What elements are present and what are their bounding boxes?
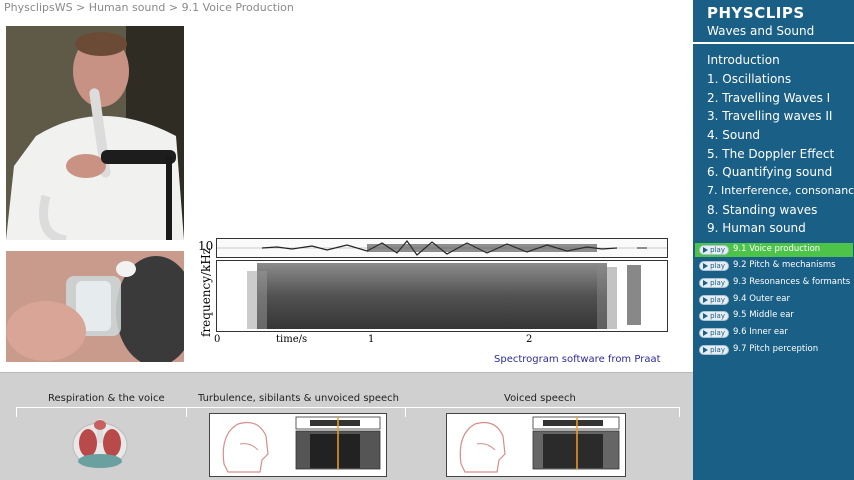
subchapter-label: 9.2 Pitch & mechanisms — [733, 260, 836, 270]
breadcrumb-section[interactable]: Human sound — [89, 1, 166, 14]
spectrogram-panel: 1 0 frequency/kHz 0 time/s 1 2 Spectrogra… — [196, 230, 668, 372]
play-icon[interactable]: play — [699, 311, 729, 321]
breadcrumb: PhysclipsWS > Human sound > 9.1 Voice Pr… — [4, 1, 294, 14]
subchapter-label: 9.4 Outer ear — [733, 294, 790, 304]
play-icon[interactable]: play — [699, 261, 729, 271]
spectrogram-plot — [247, 263, 641, 329]
voiced-thumbnail[interactable] — [446, 413, 626, 477]
breadcrumb-separator: > — [168, 1, 179, 14]
subchapter-pitch-perception[interactable]: play 9.7 Pitch perception — [695, 343, 853, 357]
y-axis-label-text: frequency/kHz — [199, 247, 213, 337]
x-tick-1: 1 — [368, 334, 375, 345]
subchapter-label: 9.6 Inner ear — [733, 327, 788, 337]
chapter-introduction[interactable]: Introduction — [707, 53, 780, 67]
section-strip: Respiration & the voice Turbulence, sibi… — [0, 372, 693, 480]
subchapter-resonances-formants[interactable]: play 9.3 Resonances & formants — [695, 276, 853, 290]
chapter-doppler[interactable]: 5. The Doppler Effect — [707, 147, 834, 161]
breadcrumb-home[interactable]: PhysclipsWS — [4, 1, 73, 14]
main-content: PhysclipsWS > Human sound > 9.1 Voice Pr… — [0, 0, 693, 372]
breadcrumb-current: 9.1 Voice Production — [181, 1, 294, 14]
play-icon[interactable]: play — [699, 278, 729, 288]
subchapter-label: 9.5 Middle ear — [733, 310, 794, 320]
x-tick-0: 0 — [214, 334, 221, 345]
chapter-interference[interactable]: 7. Interference, consonance — [707, 184, 854, 197]
section-label-turbulence: Turbulence, sibilants & unvoiced speech — [198, 393, 400, 404]
player-video-image — [6, 26, 184, 240]
video-frame-closeup[interactable] — [6, 251, 184, 362]
brand-subtitle: Waves and Sound — [707, 24, 815, 38]
subchapter-label: 9.3 Resonances & formants — [733, 277, 851, 287]
subchapter-outer-ear[interactable]: play 9.4 Outer ear — [695, 293, 853, 307]
section-label-voiced: Voiced speech — [504, 393, 576, 404]
app-root: PhysclipsWS > Human sound > 9.1 Voice Pr… — [0, 0, 854, 480]
y-axis-label: frequency/kHz — [194, 248, 214, 337]
play-icon[interactable]: play — [699, 245, 729, 255]
turbulence-spectrogram-icon — [222, 416, 381, 473]
video-frame-player[interactable] — [6, 26, 184, 240]
section-label-respiration: Respiration & the voice — [48, 393, 165, 404]
subchapter-label: 9.7 Pitch perception — [733, 344, 819, 354]
section-divider-line — [16, 407, 680, 408]
waveform-trace — [217, 240, 667, 256]
chapter-oscillations[interactable]: 1. Oscillations — [707, 72, 791, 86]
spectrogram-image — [216, 260, 668, 332]
play-icon[interactable]: play — [699, 328, 729, 338]
section-tick — [16, 407, 17, 417]
chapter-sound[interactable]: 4. Sound — [707, 128, 760, 142]
praat-credit: Spectrogram software from Praat — [494, 354, 661, 365]
x-tick-2: 2 — [526, 334, 533, 345]
chapter-travelling-waves-2[interactable]: 3. Travelling waves II — [707, 109, 832, 123]
voiced-spectrogram-icon — [459, 416, 620, 473]
play-icon[interactable]: play — [699, 295, 729, 305]
chapter-standing-waves[interactable]: 8. Standing waves — [707, 203, 817, 217]
chapter-quantifying-sound[interactable]: 6. Quantifying sound — [707, 165, 832, 179]
subchapter-label: 9.1 Voice production — [733, 244, 821, 254]
x-axis-label: time/s — [276, 334, 308, 345]
play-icon[interactable]: play — [699, 345, 729, 355]
subchapter-pitch-mechanisms[interactable]: play 9.2 Pitch & mechanisms — [695, 259, 853, 273]
breadcrumb-separator: > — [76, 1, 86, 14]
closeup-video-image — [6, 251, 184, 362]
brand-divider — [693, 42, 854, 44]
chapter-travelling-waves-1[interactable]: 2. Travelling Waves I — [707, 91, 830, 105]
subchapter-middle-ear[interactable]: play 9.5 Middle ear — [695, 309, 853, 323]
section-tick — [405, 407, 406, 417]
turbulence-thumbnail[interactable] — [209, 413, 387, 477]
section-tick — [186, 407, 187, 417]
chapter-human-sound[interactable]: 9. Human sound — [707, 221, 806, 235]
respiration-thumbnail[interactable] — [70, 413, 130, 471]
subchapter-inner-ear[interactable]: play 9.6 Inner ear — [695, 326, 853, 340]
waveform — [216, 238, 668, 258]
sidebar-nav: PHYSCLIPS Waves and Sound Introduction 1… — [693, 0, 854, 480]
section-tick — [679, 407, 680, 417]
lungs-model-icon — [72, 419, 128, 468]
brand-title[interactable]: PHYSCLIPS — [707, 4, 805, 22]
subchapter-voice-production[interactable]: play 9.1 Voice production — [695, 243, 853, 257]
